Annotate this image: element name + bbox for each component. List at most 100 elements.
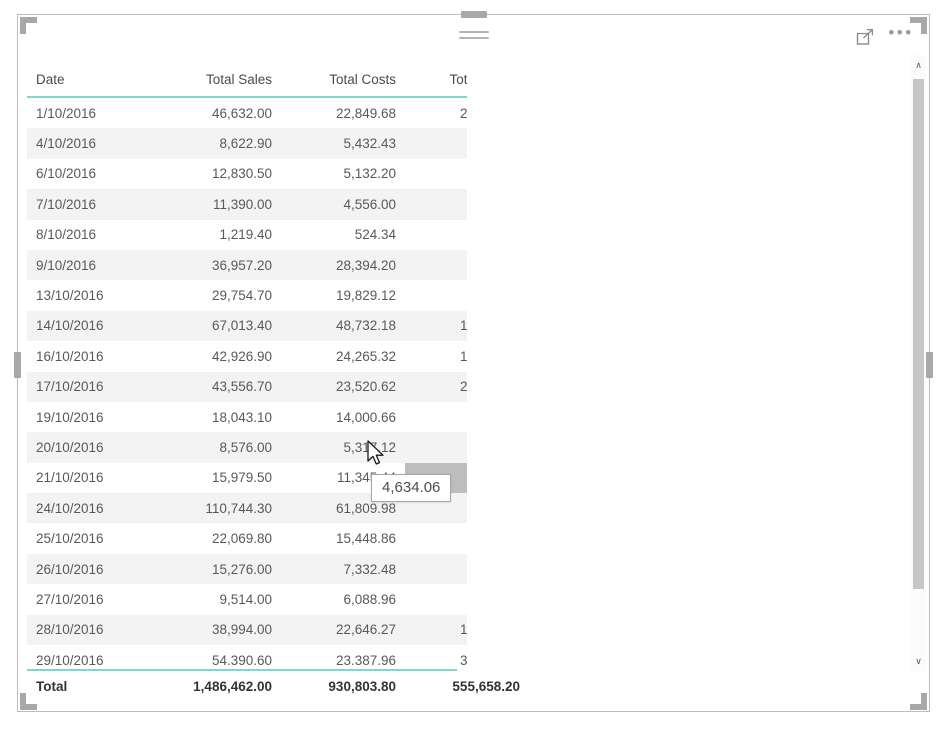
table-visual-container[interactable]: ••• Date Total Sales Total Costs Total P… [17, 14, 930, 712]
cell-date[interactable]: 7/10/2016 [27, 189, 157, 220]
resize-handle-left[interactable] [14, 352, 21, 378]
cell-costs[interactable]: 6,088.96 [281, 584, 405, 615]
cell-profits[interactable]: 8,563.00 [405, 249, 467, 281]
cell-date[interactable]: 21/10/2016 [27, 462, 157, 494]
resize-handle-right[interactable] [926, 352, 933, 378]
cell-profits[interactable]: 18,281.22 [405, 310, 467, 342]
table-row[interactable]: 13/10/201629,754.7019,829.129,925.58 [27, 280, 467, 311]
cell-date[interactable]: 13/10/2016 [27, 280, 157, 311]
cell-date[interactable]: 4/10/2016 [27, 128, 157, 159]
scroll-up-arrow-icon[interactable]: ∧ [911, 57, 926, 73]
cell-costs[interactable]: 22,646.27 [281, 614, 405, 646]
cell-sales[interactable]: 15,276.00 [157, 553, 281, 585]
cell-costs[interactable]: 5,317.12 [281, 432, 405, 463]
cell-sales[interactable]: 42,926.90 [157, 341, 281, 372]
table-row[interactable]: 29/10/201654,390.6023,387.9631,002.64 [27, 645, 467, 665]
table-row[interactable]: 14/10/201667,013.4048,732.1818,281.22 [27, 310, 467, 342]
cell-costs[interactable]: 22,849.68 [281, 97, 405, 129]
cell-profits[interactable]: 23,782.32 [405, 97, 467, 129]
cell-profits[interactable]: 3,258.88 [405, 432, 467, 463]
cell-date[interactable]: 26/10/2016 [27, 553, 157, 585]
cell-sales[interactable]: 8,622.90 [157, 128, 281, 159]
table-row[interactable]: 4/10/20168,622.905,432.433,190.47 [27, 128, 467, 159]
cell-sales[interactable]: 12,830.50 [157, 158, 281, 190]
cell-date[interactable]: 28/10/2016 [27, 614, 157, 646]
table-row[interactable]: 26/10/201615,276.007,332.487,943.52 [27, 553, 467, 585]
cell-costs[interactable]: 5,132.20 [281, 158, 405, 190]
cell-costs[interactable]: 4,556.00 [281, 189, 405, 220]
cell-profits[interactable]: 6,834.00 [405, 189, 467, 220]
scrollbar-thumb[interactable] [913, 79, 924, 589]
cell-date[interactable]: 16/10/2016 [27, 341, 157, 372]
cell-profits[interactable]: 9,925.58 [405, 280, 467, 311]
cell-costs[interactable]: 23,520.62 [281, 371, 405, 402]
table-row[interactable]: 20/10/20168,576.005,317.123,258.88 [27, 432, 467, 463]
cell-profits[interactable]: 7,698.30 [405, 158, 467, 190]
cell-sales[interactable]: 38,994.00 [157, 614, 281, 646]
cell-profits[interactable]: 20,036.08 [405, 371, 467, 402]
resize-handle-bottom-right[interactable] [910, 693, 927, 710]
resize-handle-top[interactable] [461, 11, 487, 18]
cell-costs[interactable]: 19,829.12 [281, 280, 405, 311]
cell-sales[interactable]: 18,043.10 [157, 401, 281, 433]
cell-profits[interactable]: 31,002.64 [405, 645, 467, 665]
cell-sales[interactable]: 8,576.00 [157, 432, 281, 463]
cell-date[interactable]: 9/10/2016 [27, 249, 157, 281]
cell-profits[interactable]: 3,190.47 [405, 128, 467, 159]
cell-sales[interactable]: 29,754.70 [157, 280, 281, 311]
cell-sales[interactable]: 54,390.60 [157, 645, 281, 665]
more-options-icon[interactable]: ••• [888, 23, 911, 50]
resize-handle-top-right[interactable] [910, 17, 927, 34]
cell-sales[interactable]: 9,514.00 [157, 584, 281, 615]
cell-sales[interactable]: 110,744.30 [157, 493, 281, 524]
cell-profits[interactable]: 6,620.94 [405, 523, 467, 554]
table-row[interactable]: 6/10/201612,830.505,132.207,698.30 [27, 158, 467, 190]
table-row[interactable]: 25/10/201622,069.8015,448.866,620.94 [27, 523, 467, 554]
cell-sales[interactable]: 11,390.00 [157, 189, 281, 220]
cell-profits[interactable]: 4,042.44 [405, 401, 467, 433]
column-header-total-profits[interactable]: Total Profits [405, 55, 467, 98]
cell-date[interactable]: 24/10/2016 [27, 493, 157, 524]
visual-drag-handle[interactable] [458, 31, 489, 43]
table-row[interactable]: 27/10/20169,514.006,088.963,425.04 [27, 584, 467, 615]
table-row[interactable]: 19/10/201618,043.1014,000.664,042.44 [27, 401, 467, 433]
cell-costs[interactable]: 524.34 [281, 219, 405, 250]
cell-date[interactable]: 17/10/2016 [27, 371, 157, 402]
vertical-scrollbar[interactable]: ∧ ∨ [911, 55, 926, 671]
cell-date[interactable]: 25/10/2016 [27, 523, 157, 554]
cell-costs[interactable]: 28,394.20 [281, 249, 405, 281]
cell-costs[interactable]: 7,332.48 [281, 553, 405, 585]
cell-date[interactable]: 27/10/2016 [27, 584, 157, 615]
cell-date[interactable]: 29/10/2016 [27, 645, 157, 665]
cell-profits[interactable]: 695.06 [405, 219, 467, 250]
cell-sales[interactable]: 43,556.70 [157, 371, 281, 402]
cell-date[interactable]: 1/10/2016 [27, 97, 157, 129]
cell-sales[interactable]: 46,632.00 [157, 97, 281, 129]
cell-profits[interactable]: 18,661.58 [405, 341, 467, 372]
scroll-down-arrow-icon[interactable]: ∨ [911, 653, 926, 669]
table-row[interactable]: 9/10/201636,957.2028,394.208,563.00 [27, 249, 467, 281]
cell-sales[interactable]: 1,219.40 [157, 219, 281, 250]
table-row[interactable]: 16/10/201642,926.9024,265.3218,661.58 [27, 341, 467, 372]
cell-sales[interactable]: 67,013.40 [157, 310, 281, 342]
cell-profits[interactable]: 3,425.04 [405, 584, 467, 615]
column-header-date[interactable]: Date [27, 55, 157, 98]
column-header-total-sales[interactable]: Total Sales [157, 55, 281, 98]
cell-sales[interactable]: 15,979.50 [157, 462, 281, 494]
cell-costs[interactable]: 23,387.96 [281, 645, 405, 665]
cell-date[interactable]: 8/10/2016 [27, 219, 157, 250]
cell-date[interactable]: 14/10/2016 [27, 310, 157, 342]
table-row[interactable]: 1/10/201646,632.0022,849.6823,782.32 [27, 97, 467, 129]
resize-handle-bottom-left[interactable] [20, 693, 37, 710]
cell-date[interactable]: 6/10/2016 [27, 158, 157, 190]
resize-handle-top-left[interactable] [20, 17, 37, 34]
cell-sales[interactable]: 36,957.20 [157, 249, 281, 281]
cell-costs[interactable]: 15,448.86 [281, 523, 405, 554]
cell-costs[interactable]: 48,732.18 [281, 310, 405, 342]
table-row[interactable]: 17/10/201643,556.7023,520.6220,036.08 [27, 371, 467, 402]
cell-date[interactable]: 20/10/2016 [27, 432, 157, 463]
cell-sales[interactable]: 22,069.80 [157, 523, 281, 554]
table-row[interactable]: 8/10/20161,219.40524.34695.06 [27, 219, 467, 250]
table-row[interactable]: 28/10/201638,994.0022,646.2716,347.73 [27, 614, 467, 646]
column-header-total-costs[interactable]: Total Costs [281, 55, 405, 98]
